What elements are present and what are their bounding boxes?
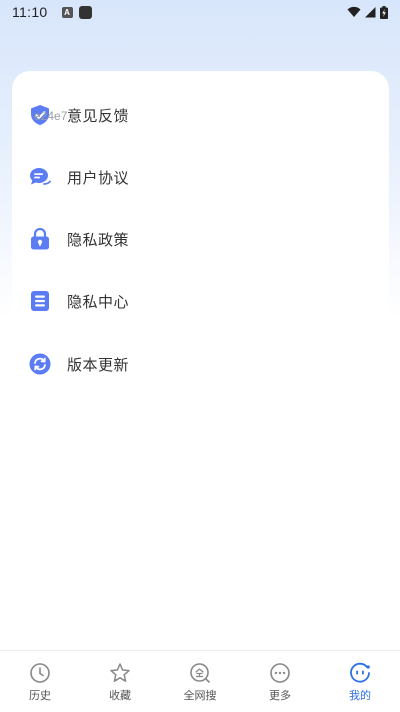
tab-more[interactable]: 更多: [240, 651, 320, 712]
menu-label-feedback: 意见反馈: [67, 106, 130, 125]
search-all-icon: [190, 663, 210, 683]
shield-icon: [28, 103, 52, 127]
list-icon: [28, 289, 52, 313]
menu-label-privacy-policy: 隐私政策: [67, 230, 130, 249]
profile-icon: [350, 662, 370, 683]
tab-history[interactable]: 历史: [0, 651, 80, 712]
menu-item-privacy-center[interactable]: 隐私中心: [28, 281, 358, 321]
tab-label-mine: 我的: [349, 689, 371, 702]
wifi-icon: [347, 6, 361, 17]
menu-label-privacy-center: 隐私中心: [67, 292, 130, 311]
battery-icon: [380, 5, 388, 19]
menu-label-version-update: 版本更新: [67, 355, 130, 374]
menu-label-user-agreement: 用户协议: [67, 168, 130, 187]
bottom-tab-bar: 历史 收藏 全网搜 更多 我的: [0, 650, 400, 712]
tab-favorites[interactable]: 收藏: [80, 651, 160, 712]
menu-item-privacy-policy[interactable]: 隐私政策: [28, 219, 358, 259]
menu-item-user-agreement[interactable]: 用户协议: [28, 157, 358, 197]
status-time: 11:10: [12, 4, 48, 20]
chat-icon: [28, 165, 52, 189]
tab-label-history: 历史: [29, 689, 51, 702]
lock-icon: [28, 227, 52, 251]
menu-item-feedback[interactable]: 意见反馈: [28, 95, 358, 135]
menu-item-version-update[interactable]: 版本更新: [28, 344, 358, 384]
status-bar: 11:10 A: [0, 0, 400, 24]
star-icon: [110, 663, 130, 682]
signal-icon: [365, 7, 376, 18]
tab-search-all[interactable]: 全网搜: [160, 651, 240, 712]
clock-icon: [30, 663, 50, 683]
more-icon: [270, 663, 290, 683]
tab-mine[interactable]: 我的: [320, 651, 400, 712]
tab-label-search-all: 全网搜: [183, 689, 217, 702]
notification-a-icon: A: [61, 6, 73, 18]
refresh-icon: [28, 352, 52, 376]
notification-app-icon: [78, 5, 92, 19]
tab-label-more: 更多: [269, 689, 291, 702]
tab-label-favorites: 收藏: [109, 689, 131, 702]
